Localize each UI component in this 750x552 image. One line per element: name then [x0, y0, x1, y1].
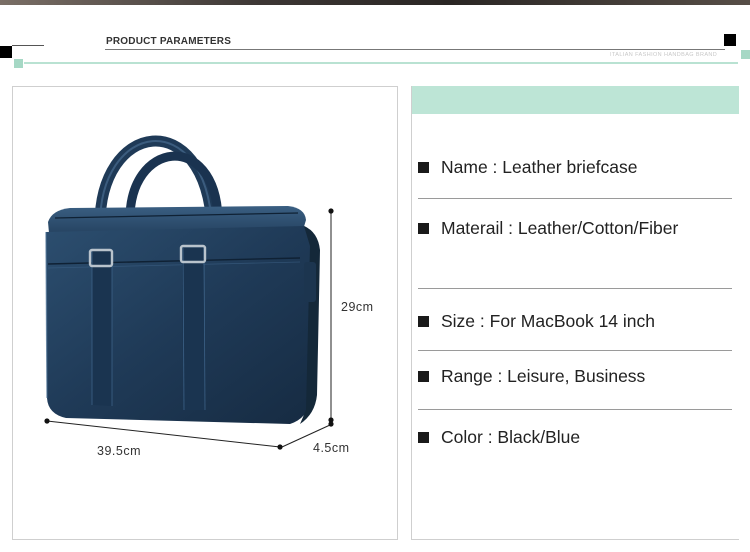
spec-color: Color : Black/Blue [418, 427, 580, 448]
spec-divider [418, 198, 732, 199]
spec-name: Name : Leather briefcase [418, 157, 638, 178]
spec-divider [418, 350, 732, 351]
spec-divider [418, 288, 732, 289]
specs-panel: Name : Leather briefcase Materail : Leat… [411, 86, 739, 540]
spec-material: Materail : Leather/Cotton/Fiber [418, 218, 678, 239]
bullet-square-icon [418, 223, 429, 234]
spec-divider [418, 409, 732, 410]
dimension-height-label: 29cm [341, 300, 374, 314]
spec-value: Leisure, Business [507, 366, 646, 386]
spec-label: Name [441, 157, 488, 177]
spec-label: Materail [441, 218, 504, 238]
spec-label: Color [441, 427, 483, 447]
spec-label: Size [441, 311, 476, 331]
spec-range: Range : Leisure, Business [418, 366, 645, 387]
spec-value: Leather briefcase [502, 157, 638, 177]
dimension-depth-label: 4.5cm [313, 441, 350, 455]
spec-value: For MacBook 14 inch [489, 311, 655, 331]
spec-value: Black/Blue [497, 427, 581, 447]
spec-value: Leather/Cotton/Fiber [517, 218, 679, 238]
dimension-width-label: 39.5cm [97, 444, 141, 458]
spec-label: Range [441, 366, 493, 386]
specs-header-bar [412, 86, 739, 114]
spec-size: Size : For MacBook 14 inch [418, 311, 655, 332]
bullet-square-icon [418, 432, 429, 443]
bullet-square-icon [418, 316, 429, 327]
bullet-square-icon [418, 371, 429, 382]
bullet-square-icon [418, 162, 429, 173]
